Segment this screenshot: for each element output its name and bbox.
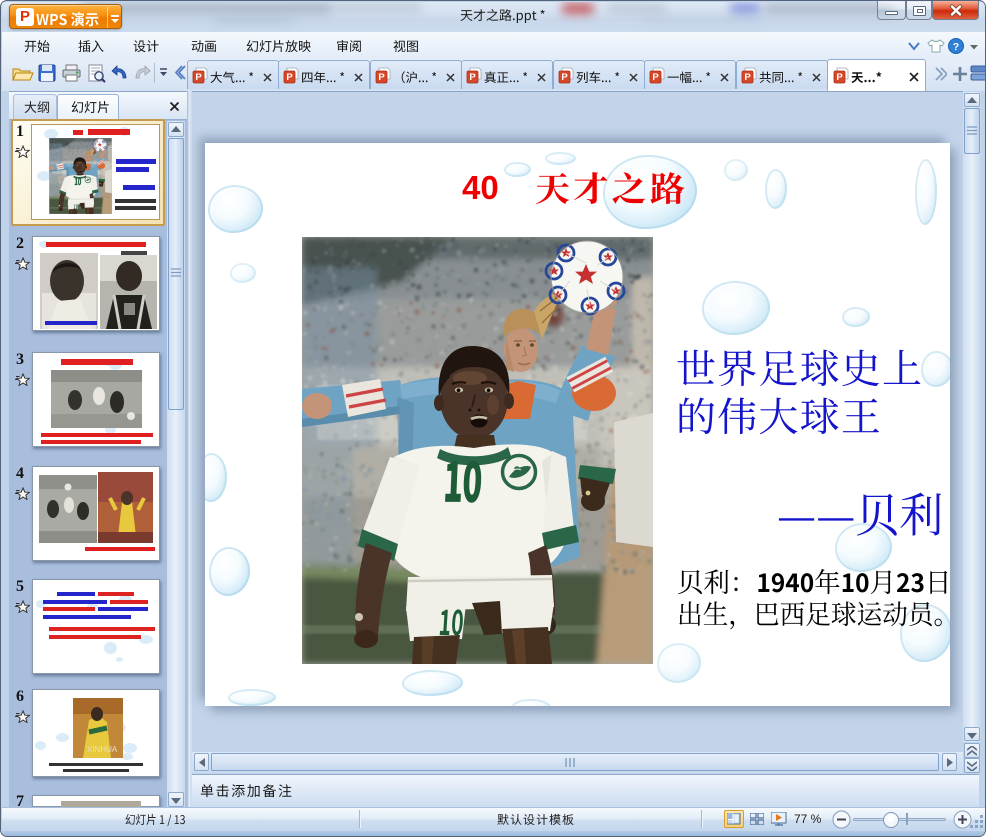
svg-text:XINHUA: XINHUA: [87, 745, 118, 754]
svg-text:P: P: [744, 72, 751, 83]
svg-text:P: P: [652, 72, 659, 83]
svg-text:P: P: [836, 72, 843, 83]
svg-text:?: ?: [953, 41, 959, 53]
svg-text:P: P: [286, 72, 293, 83]
svg-text:P: P: [561, 72, 568, 83]
svg-text:P: P: [378, 72, 385, 83]
svg-text:P: P: [195, 72, 202, 83]
svg-text:P: P: [469, 72, 476, 83]
